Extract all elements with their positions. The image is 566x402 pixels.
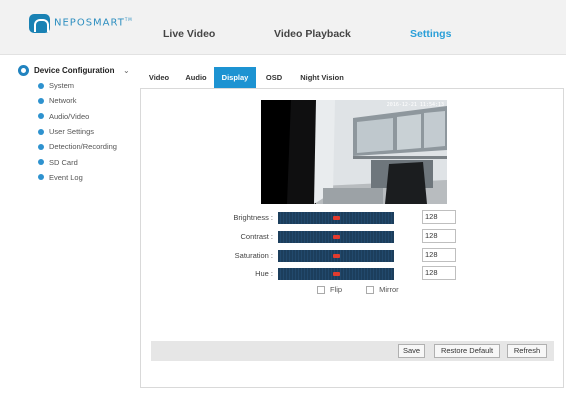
brightness-slider[interactable] bbox=[278, 211, 394, 224]
sidebar-item-user-settings[interactable]: User Settings bbox=[18, 124, 133, 139]
chevron-down-icon[interactable]: ⌄ bbox=[123, 66, 130, 75]
restore-default-button[interactable]: Restore Default bbox=[434, 344, 500, 358]
sidebar-title: Device Configuration bbox=[34, 66, 115, 75]
sidebar-item-event-log[interactable]: Event Log bbox=[18, 170, 133, 185]
sidebar-item-network[interactable]: Network bbox=[18, 93, 133, 108]
sidebar-item-label: Audio/Video bbox=[49, 111, 90, 121]
bullet-icon bbox=[38, 97, 44, 104]
brightness-value-input[interactable]: 128 bbox=[422, 210, 456, 224]
contrast-slider-thumb[interactable] bbox=[333, 234, 340, 239]
sidebar-item-label: User Settings bbox=[49, 127, 95, 137]
refresh-button[interactable]: Refresh bbox=[507, 344, 547, 358]
tab-display[interactable]: Display bbox=[214, 67, 256, 88]
contrast-value-input[interactable]: 128 bbox=[422, 229, 456, 243]
brightness-slider-thumb[interactable] bbox=[333, 215, 340, 220]
tab-audio[interactable]: Audio bbox=[179, 67, 213, 88]
bullet-icon bbox=[38, 82, 44, 89]
bullet-icon bbox=[38, 128, 44, 135]
flip-label: Flip bbox=[330, 285, 343, 294]
contrast-slider[interactable] bbox=[278, 230, 394, 243]
preview-timestamp: 2016-12-21 11:54:13 bbox=[386, 102, 444, 108]
tab-night-vision[interactable]: Night Vision bbox=[293, 67, 351, 88]
sidebar-item-label: Detection/Recording bbox=[49, 142, 117, 152]
action-bar: Save Restore Default Refresh bbox=[151, 341, 554, 361]
sidebar: Device Configuration ⌄ System Network Au… bbox=[18, 64, 133, 185]
contrast-row: Contrast : bbox=[200, 229, 394, 244]
saturation-row: Saturation : bbox=[200, 248, 394, 263]
mirror-option[interactable]: Mirror bbox=[366, 285, 399, 294]
hue-slider[interactable] bbox=[278, 267, 394, 280]
tab-osd[interactable]: OSD bbox=[259, 67, 289, 88]
brightness-row: Brightness : bbox=[200, 210, 394, 225]
sidebar-item-detection-recording[interactable]: Detection/Recording bbox=[18, 139, 133, 154]
bullet-icon bbox=[38, 113, 44, 120]
sidebar-item-system[interactable]: System bbox=[18, 78, 133, 93]
sidebar-list: System Network Audio/Video User Settings… bbox=[18, 78, 133, 185]
sidebar-section-device-configuration[interactable]: Device Configuration ⌄ bbox=[18, 64, 133, 77]
tab-video[interactable]: Video bbox=[141, 67, 177, 88]
saturation-slider[interactable] bbox=[278, 249, 394, 262]
nav-live-video[interactable]: Live Video bbox=[163, 28, 215, 40]
top-header: NEPOSMARTTM Live Video Video Playback Se… bbox=[0, 0, 566, 55]
logo-mark-icon bbox=[29, 13, 50, 33]
brightness-label: Brightness : bbox=[233, 213, 273, 222]
flip-checkbox[interactable] bbox=[317, 285, 325, 294]
save-button[interactable]: Save bbox=[398, 344, 425, 358]
logo-trademark: TM bbox=[124, 17, 133, 23]
flip-mirror-options: Flip Mirror bbox=[317, 285, 399, 294]
sidebar-item-label: System bbox=[49, 81, 75, 91]
sidebar-item-label: Network bbox=[49, 96, 77, 106]
sidebar-item-label: SD Card bbox=[49, 157, 78, 167]
brand-logo[interactable]: NEPOSMARTTM bbox=[29, 12, 144, 34]
mirror-label: Mirror bbox=[379, 285, 399, 294]
logo-text: NEPOSMART bbox=[54, 17, 125, 29]
contrast-label: Contrast : bbox=[240, 232, 273, 241]
sidebar-item-label: Event Log bbox=[49, 172, 83, 182]
gear-icon bbox=[18, 65, 29, 76]
sidebar-item-audio-video[interactable]: Audio/Video bbox=[18, 109, 133, 124]
hue-row: Hue : bbox=[200, 266, 394, 281]
nav-video-playback[interactable]: Video Playback bbox=[274, 28, 351, 40]
nav-settings[interactable]: Settings bbox=[410, 28, 451, 40]
bullet-icon bbox=[38, 143, 44, 150]
sidebar-item-sd-card[interactable]: SD Card bbox=[18, 154, 133, 169]
flip-option[interactable]: Flip bbox=[317, 285, 342, 294]
camera-preview-image bbox=[261, 100, 447, 204]
hue-slider-thumb[interactable] bbox=[333, 271, 340, 276]
saturation-value-input[interactable]: 128 bbox=[422, 248, 456, 262]
bullet-icon bbox=[38, 174, 44, 181]
saturation-slider-thumb[interactable] bbox=[333, 253, 340, 258]
hue-label: Hue : bbox=[255, 269, 273, 278]
saturation-label: Saturation : bbox=[234, 251, 273, 260]
bullet-icon bbox=[38, 159, 44, 166]
mirror-checkbox[interactable] bbox=[366, 285, 375, 294]
hue-value-input[interactable]: 128 bbox=[422, 266, 456, 280]
camera-preview: 2016-12-21 11:54:13 bbox=[261, 100, 447, 204]
